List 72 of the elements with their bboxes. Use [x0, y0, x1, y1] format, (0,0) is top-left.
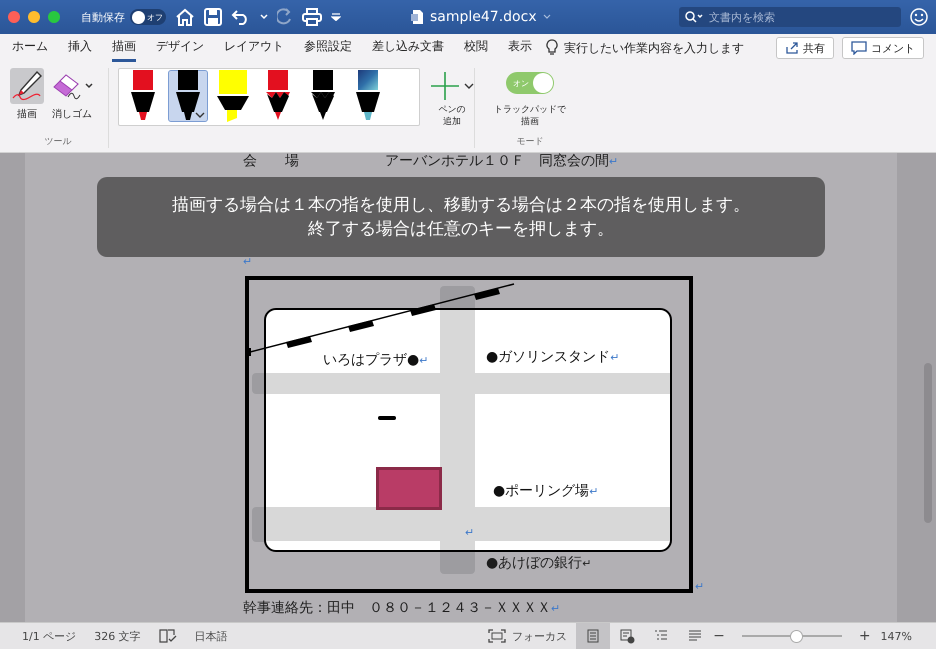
caret-icon	[195, 112, 205, 118]
minimize-button[interactable]	[28, 11, 40, 23]
customize-caret-icon[interactable]	[331, 13, 341, 21]
paragraph-mark: ↵	[582, 556, 592, 570]
document-title: sample47.docx	[430, 9, 537, 25]
paragraph-mark: ↵	[609, 154, 618, 168]
trackpad-label: トラックパッドで 描画	[494, 104, 566, 128]
proofing-icon[interactable]	[158, 628, 177, 644]
pen-icon	[10, 70, 44, 102]
search-input[interactable]: 文書内を検索	[707, 10, 881, 24]
ribbon-tab[interactable]: 校閲	[464, 34, 488, 62]
zoom-button[interactable]	[48, 11, 60, 23]
redo-icon[interactable]	[277, 8, 293, 26]
paragraph-mark: ↵	[551, 602, 560, 614]
plus-icon	[430, 71, 460, 101]
document-text: 会 場	[243, 153, 300, 170]
eraser-tool-button[interactable]: 消しゴム	[48, 68, 96, 130]
print-view-button[interactable]	[576, 623, 610, 649]
tell-me-field[interactable]: 実行したい作業内容を入力します	[546, 39, 744, 57]
caret-icon[interactable]	[542, 14, 551, 20]
group-label: モード	[516, 136, 544, 148]
ribbon-tab[interactable]: 差し込み文書	[372, 34, 444, 62]
map-label: ●あけぼの銀行	[486, 554, 582, 572]
save-icon[interactable]	[204, 8, 222, 26]
web-layout-icon	[619, 628, 636, 644]
ribbon-tab[interactable]: 表示	[508, 34, 532, 62]
add-pen-button[interactable]: ペンの 追加	[430, 68, 474, 128]
search-field[interactable]: 文書内を検索	[679, 7, 901, 27]
ribbon-tab[interactable]: ホーム	[12, 34, 48, 62]
lightbulb-icon	[546, 39, 558, 57]
search-icon	[685, 11, 703, 23]
ribbon-tab[interactable]: デザイン	[156, 34, 204, 62]
paragraph-mark: ↵	[419, 354, 428, 366]
ribbon-tab[interactable]: 挿入	[68, 34, 92, 62]
paragraph-mark: ↵	[465, 526, 474, 539]
dash-mark	[378, 416, 396, 420]
document-text: アーバンホテル１０Ｆ 同窓会の間	[385, 153, 609, 170]
autosave-label: 自動保存	[81, 10, 125, 24]
paragraph-mark: ↵	[589, 484, 598, 498]
map-label: ●ガソリンスタンド	[486, 348, 610, 366]
language-label[interactable]: 日本語	[194, 628, 228, 644]
zoom-level[interactable]: 147%	[880, 630, 912, 642]
group-label: ツール	[44, 136, 72, 148]
share-button[interactable]: 共有	[776, 37, 834, 59]
share-icon	[785, 41, 799, 55]
word-count[interactable]: 326 文字	[94, 628, 141, 644]
ribbon-tab[interactable]: レイアウト	[224, 34, 284, 62]
print-icon[interactable]	[302, 8, 322, 26]
comment-button[interactable]: コメント	[842, 37, 924, 59]
pen-button[interactable]	[168, 70, 208, 122]
building-block	[376, 467, 442, 510]
ribbon-tab[interactable]: 参照設定	[304, 34, 352, 62]
hint-text: 描画する場合は１本の指を使用し、移動する場合は２本の指を使用します。	[172, 194, 750, 217]
focus-icon	[488, 629, 506, 643]
paragraph-mark: ↵	[695, 580, 704, 593]
comment-icon	[851, 41, 867, 55]
hint-text: 終了する場合は任意のキーを押します。	[308, 218, 614, 241]
autosave-toggle[interactable]: オフ	[130, 9, 166, 25]
smiley-icon[interactable]	[910, 8, 928, 26]
page-count[interactable]: 1/1 ページ	[22, 628, 76, 644]
home-icon[interactable]	[175, 8, 195, 26]
paragraph-mark: ↵	[243, 254, 252, 268]
zoom-out-button[interactable]: −	[713, 628, 725, 644]
document-icon	[410, 9, 424, 25]
zoom-in-button[interactable]: +	[858, 628, 871, 644]
caret-icon	[464, 83, 474, 89]
map-label: いろはプラザ●	[323, 351, 420, 369]
focus-button[interactable]: フォーカス	[488, 628, 568, 644]
paragraph-mark: ↵	[610, 350, 620, 364]
map-label: ●ポーリング場	[493, 482, 590, 500]
document-text: 幹事連絡先：田中 ０８０－１２４３－ＸＸＸＸ	[243, 599, 551, 617]
print-layout-icon	[585, 628, 602, 644]
